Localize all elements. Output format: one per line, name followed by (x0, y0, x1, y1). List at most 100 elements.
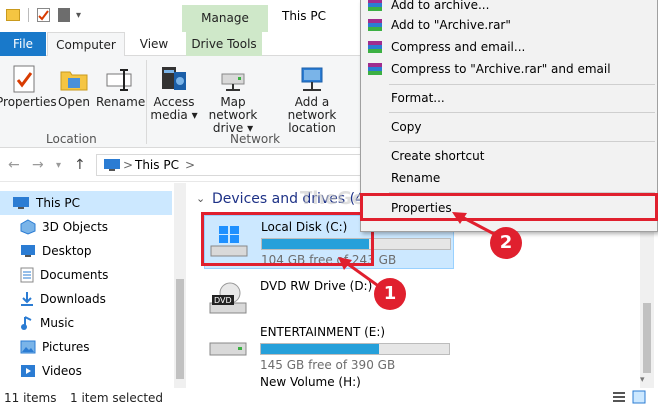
map-network-drive-button[interactable]: Map network drive ▾ (196, 64, 270, 135)
new-folder-icon[interactable] (58, 8, 70, 22)
menu-item-label: Compress and email... (391, 40, 526, 54)
nav-item-music[interactable]: Music (0, 311, 172, 335)
nav-item-label: Pictures (42, 340, 90, 354)
nav-item-label: Music (40, 316, 75, 330)
tab-view[interactable]: View (134, 32, 174, 56)
drive-name: New Volume (H:) (260, 375, 361, 388)
menu-item-compress-and-email[interactable]: Compress and email... (368, 36, 526, 58)
content-scroll-thumb[interactable] (643, 303, 651, 373)
music-icon (21, 316, 32, 330)
nav-item-label: This PC (36, 196, 80, 210)
open-folder-icon (60, 71, 88, 91)
desktop-icon (21, 245, 35, 257)
winrar-icon (368, 19, 382, 31)
menu-item-rename[interactable]: Rename (391, 167, 440, 189)
nav-item-label: Desktop (42, 244, 92, 258)
drive-name: DVD RW Drive (D:) (260, 279, 373, 293)
large-icons-view-icon[interactable] (632, 390, 646, 407)
drive-usage-fill (261, 344, 380, 354)
svg-text:DVD: DVD (214, 296, 232, 305)
access-media-button[interactable]: Access media ▾ (150, 64, 198, 122)
rename-label: Rename (96, 95, 146, 109)
customize-dropdown-icon[interactable]: ▾ (76, 10, 81, 21)
navigation-pane: This PC 3D Objects Desktop Documents Dow… (0, 183, 196, 388)
drive-e[interactable]: ENTERTAINMENT (E:) 145 GB free of 390 GB (204, 321, 454, 375)
properties-ribbon-button[interactable]: Properties (0, 64, 57, 109)
nav-item-this-pc[interactable]: This PC (0, 191, 172, 215)
checkmark-properties-icon[interactable] (37, 8, 50, 22)
drive-free-space: 145 GB free of 390 GB (260, 358, 396, 372)
winrar-icon (368, 63, 382, 75)
nav-item-label: 3D Objects (42, 220, 109, 234)
tab-computer[interactable]: Computer (47, 32, 125, 57)
quick-access-toolbar: ▾ (6, 8, 81, 22)
breadcrumb-end-chevron-icon[interactable]: > (185, 158, 195, 172)
menu-item-copy[interactable]: Copy (391, 116, 421, 138)
menu-separator (389, 112, 655, 113)
nav-item-pictures[interactable]: Pictures (0, 335, 172, 359)
nav-item-label: Videos (42, 364, 82, 378)
media-icon (162, 67, 186, 90)
details-view-icon[interactable] (612, 390, 626, 407)
add-network-label-2: location (288, 121, 336, 135)
status-selected-count: 1 item selected (70, 391, 164, 405)
dvd-drive-icon: DVD (209, 282, 247, 314)
navpane-scrollbar[interactable] (174, 183, 186, 388)
nav-item-videos[interactable]: Videos (0, 359, 172, 383)
properties-icon (13, 65, 35, 93)
breadcrumb[interactable]: > This PC > (96, 154, 376, 176)
back-arrow-icon[interactable]: ← (8, 157, 20, 173)
step-marker-2: 2 (490, 227, 522, 259)
add-network-label-1: Add a network (287, 95, 337, 122)
tab-drive-tools[interactable]: Drive Tools (186, 32, 262, 56)
menu-item-create-shortcut[interactable]: Create shortcut (391, 145, 484, 167)
map-network-label-1: Map network (208, 95, 258, 122)
status-item-count: 11 items (4, 391, 57, 405)
computer-icon (104, 159, 120, 171)
breadcrumb-separator-icon: > (123, 158, 134, 172)
properties-label: Properties (0, 95, 57, 109)
highlight-drive-c (201, 212, 374, 266)
nav-item-documents[interactable]: Documents (0, 263, 172, 287)
status-bar: 11 items 1 item selected (0, 388, 658, 408)
drive-h[interactable]: New Volume (H:) (204, 375, 454, 388)
open-ribbon-button[interactable]: Open (56, 64, 92, 109)
up-arrow-icon[interactable]: ↑ (74, 157, 86, 173)
nav-item-3d-objects[interactable]: 3D Objects (0, 215, 172, 239)
menu-item-label: Add to "Archive.rar" (391, 18, 511, 32)
menu-item-compress-to-rar-email[interactable]: Compress to "Archive.rar" and email (368, 58, 611, 80)
network-location-icon (301, 67, 323, 91)
menu-item-label: Compress to "Archive.rar" and email (391, 62, 611, 76)
recent-locations-chevron-icon[interactable]: ▾ (56, 160, 61, 171)
open-label: Open (57, 95, 91, 109)
menu-item-label: Add to archive... (391, 0, 490, 12)
explorer-folder-icon (6, 9, 20, 21)
rename-ribbon-button[interactable]: Rename (96, 64, 146, 109)
tab-file[interactable]: File (0, 32, 46, 56)
access-media-label-2: media ▾ (150, 108, 198, 122)
cube-icon (20, 219, 36, 235)
breadcrumb-this-pc[interactable]: This PC (135, 158, 179, 172)
pictures-icon (20, 340, 36, 354)
nav-item-downloads[interactable]: Downloads (0, 287, 172, 311)
ribbon-separator (146, 60, 147, 144)
group-collapse-chevron-icon[interactable]: ⌄ (196, 192, 205, 205)
qa-divider (28, 8, 29, 22)
menu-item-add-to-archive-rar[interactable]: Add to "Archive.rar" (368, 14, 511, 36)
network-group-label: Network (230, 132, 281, 146)
documents-icon (20, 267, 34, 283)
nav-item-label: Documents (40, 268, 109, 282)
navpane-scroll-thumb[interactable] (176, 279, 184, 379)
nav-item-desktop[interactable]: Desktop (0, 239, 172, 263)
menu-item-format[interactable]: Format... (391, 87, 445, 109)
winrar-icon (368, 41, 382, 53)
menu-separator (389, 84, 655, 85)
manage-context-tab[interactable]: Manage (182, 5, 268, 32)
drive-usage-bar (260, 343, 450, 355)
scroll-down-arrow-icon[interactable]: ▾ (640, 375, 645, 385)
add-network-location-button[interactable]: Add a network location (270, 64, 354, 135)
network-drive-icon (221, 73, 245, 91)
location-group-label: Location (46, 132, 97, 146)
step-marker-1: 1 (374, 278, 406, 310)
forward-arrow-icon[interactable]: → (32, 157, 44, 173)
